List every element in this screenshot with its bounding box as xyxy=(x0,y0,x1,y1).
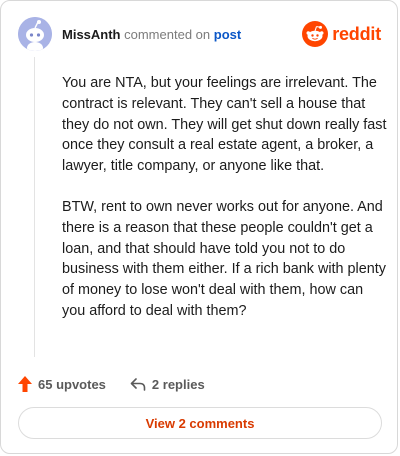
reply-arrow-icon xyxy=(130,378,146,391)
comment-paragraph: You are NTA, but your feelings are irrel… xyxy=(62,75,387,175)
byline-action-text: commented on xyxy=(124,27,211,42)
avatar[interactable] xyxy=(18,17,52,51)
thread-line xyxy=(34,57,35,357)
reddit-snoo-icon xyxy=(302,21,329,47)
upvote-arrow-icon xyxy=(18,376,32,392)
comment-byline: MissAnth commented on post xyxy=(62,27,241,42)
comment-actions: 65 upvotes 2 replies xyxy=(18,374,205,394)
comment-body: You are NTA, but your feelings are irrel… xyxy=(62,73,388,342)
comment-card: MissAnth commented on post reddit You ar… xyxy=(0,0,398,454)
username[interactable]: MissAnth xyxy=(62,27,121,42)
reddit-wordmark: reddit xyxy=(332,23,381,44)
snoo-avatar-icon xyxy=(18,17,52,51)
replies-button[interactable]: 2 replies xyxy=(130,377,205,392)
upvote-button[interactable]: 65 upvotes xyxy=(18,376,106,392)
post-link[interactable]: post xyxy=(214,27,241,42)
comment-paragraph: BTW, rent to own never works out for any… xyxy=(62,198,386,319)
reddit-logo[interactable]: reddit xyxy=(302,21,381,47)
view-comments-button[interactable]: View 2 comments xyxy=(18,407,382,439)
upvotes-count: 65 upvotes xyxy=(38,376,106,392)
replies-count: 2 replies xyxy=(151,376,205,392)
comment-header: MissAnth commented on post reddit xyxy=(18,17,381,51)
